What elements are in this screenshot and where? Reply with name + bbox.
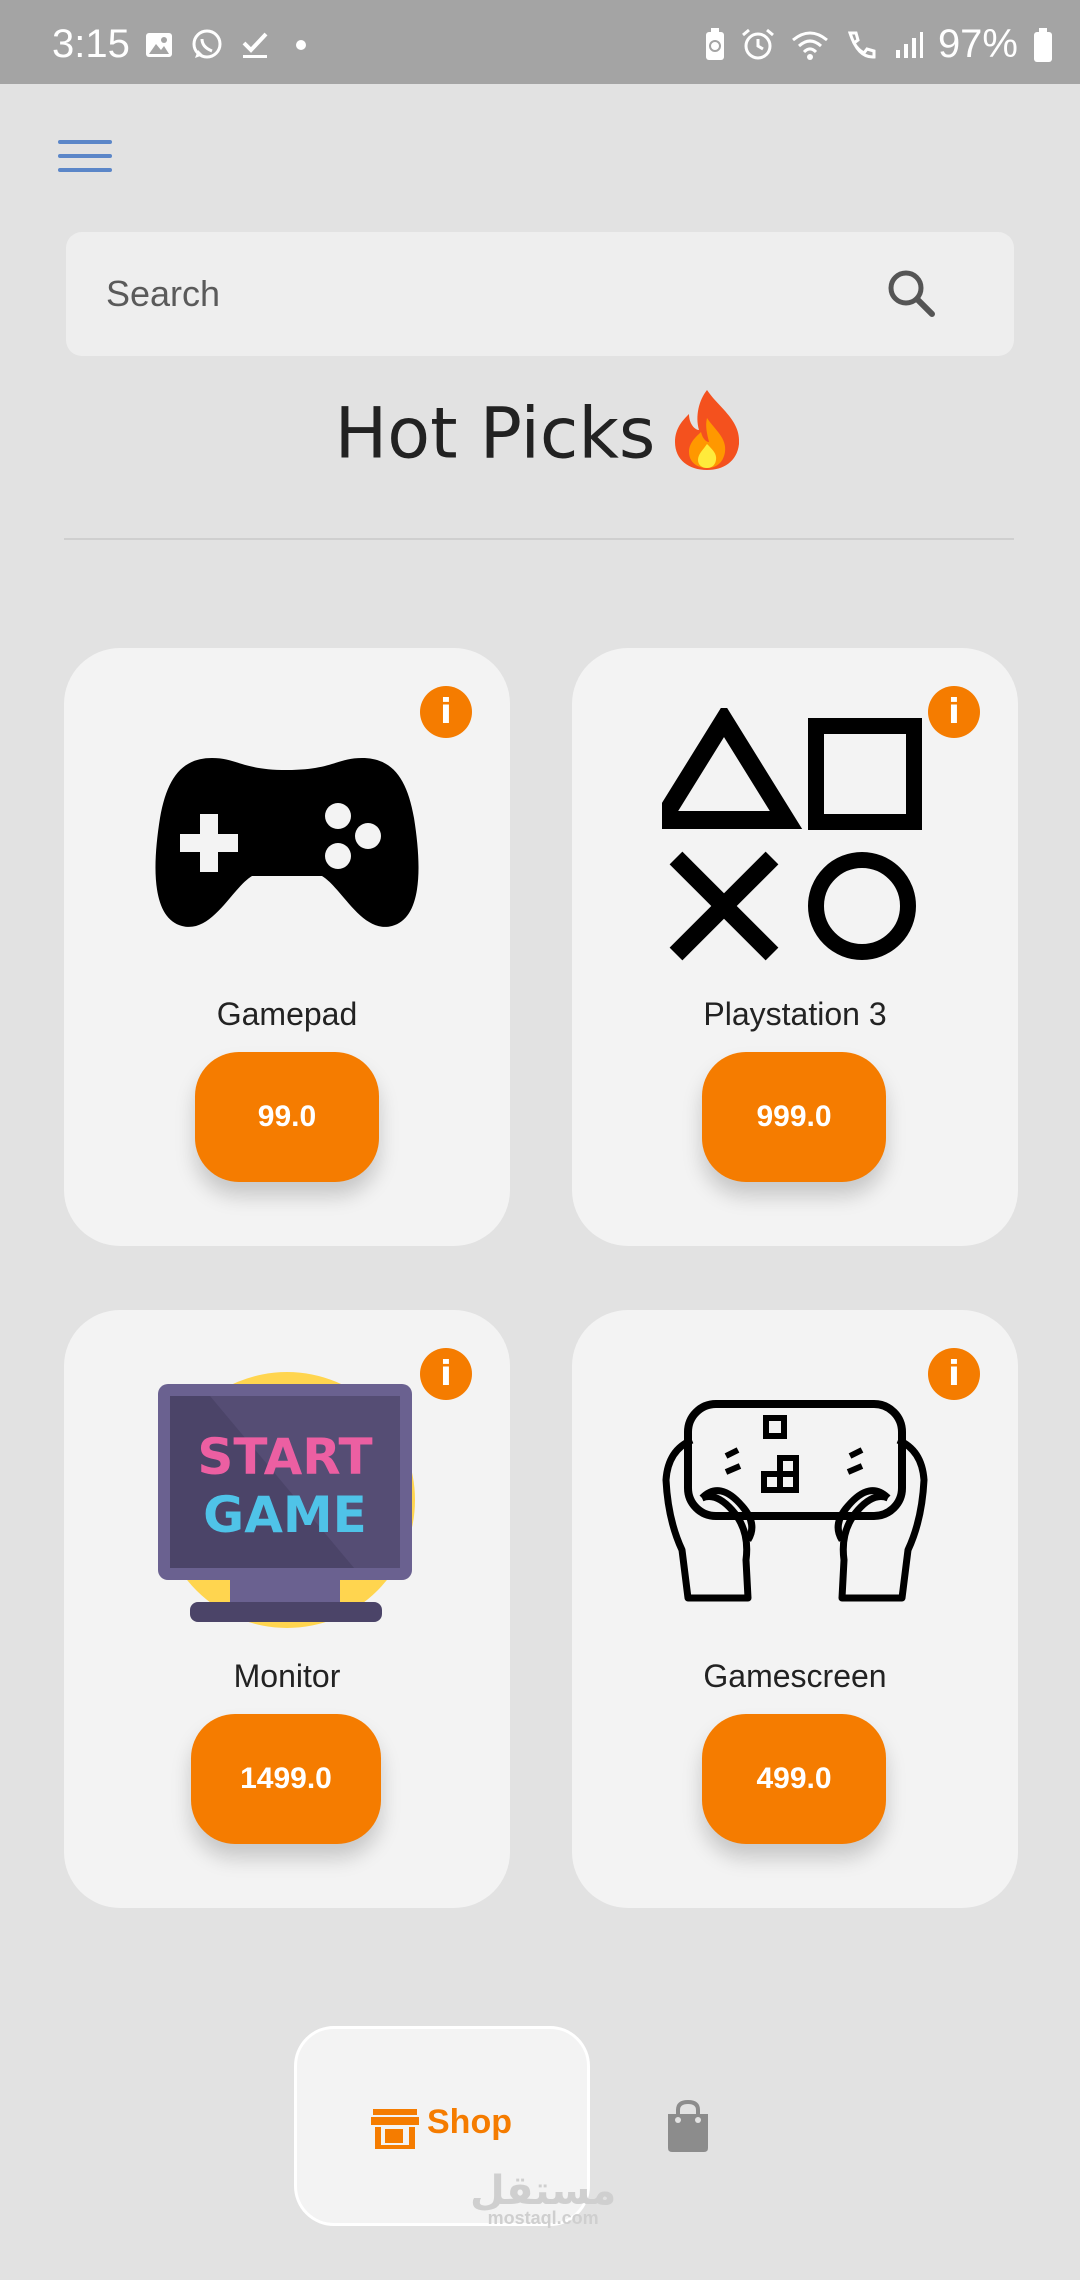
wifi-icon	[791, 31, 828, 60]
product-name: Gamepad	[216, 996, 358, 1032]
watermark-arabic: مستقل	[470, 2169, 617, 2213]
page-title-text: Hot Picks	[334, 392, 656, 475]
product-card-playstation[interactable]: i Playstation 3 999.0	[572, 648, 1018, 1246]
product-name: Monitor	[233, 1658, 341, 1694]
info-icon[interactable]: i	[420, 686, 472, 738]
download-done-icon	[242, 32, 268, 58]
hamburger-menu-icon[interactable]	[58, 140, 112, 176]
store-icon	[371, 2109, 419, 2149]
battery-saver-icon	[705, 27, 724, 60]
handheld-console-icon	[662, 1400, 928, 1602]
whatsapp-icon	[192, 29, 222, 59]
status-time: 3:15	[52, 22, 130, 66]
price-button[interactable]: 99.0	[195, 1052, 379, 1182]
alarm-icon	[741, 28, 774, 59]
menu-line	[58, 168, 112, 172]
product-card-gamepad[interactable]: i Gamepad 99.0	[64, 648, 510, 1246]
shopping-bag-icon[interactable]	[664, 2100, 712, 2154]
info-icon[interactable]: i	[420, 1348, 472, 1400]
gallery-icon	[146, 33, 172, 57]
fire-icon	[669, 388, 745, 489]
product-name: Playstation 3	[703, 996, 887, 1032]
signal-icon	[895, 31, 923, 58]
image-text-game: GAME	[203, 1486, 367, 1544]
product-name: Gamescreen	[703, 1658, 887, 1694]
image-text-start: START	[197, 1428, 372, 1486]
playstation-symbols-icon	[662, 708, 922, 961]
status-bar: 3:15 97%	[0, 0, 1080, 84]
product-card-monitor[interactable]: i START GAME Monitor 1499.0	[64, 1310, 510, 1908]
product-card-gamescreen[interactable]: i Gamescreen 499.0	[572, 1310, 1018, 1908]
divider	[64, 538, 1014, 540]
dot-icon	[296, 40, 306, 50]
nav-shop-label: Shop	[427, 2103, 512, 2141]
info-icon[interactable]: i	[928, 686, 980, 738]
price-button[interactable]: 1499.0	[191, 1714, 381, 1844]
start-game-monitor-icon: START GAME	[158, 1372, 415, 1628]
search-icon[interactable]	[884, 266, 940, 322]
price-button[interactable]: 999.0	[702, 1052, 886, 1182]
wifi-call-icon	[847, 31, 876, 59]
info-icon[interactable]: i	[928, 1348, 980, 1400]
battery-icon	[1034, 27, 1052, 62]
battery-percent: 97%	[937, 22, 1018, 66]
watermark-latin: mostaql.com	[487, 2208, 599, 2228]
search-bar[interactable]	[66, 232, 1014, 356]
search-input[interactable]	[104, 258, 888, 330]
page-title: Hot Picks	[0, 388, 1080, 489]
status-right-icons: 97%	[704, 22, 1054, 67]
menu-line	[58, 154, 112, 158]
status-left-icons	[144, 28, 316, 62]
menu-line	[58, 140, 112, 144]
watermark: مستقل mostaql.com	[470, 2168, 616, 2229]
gamepad-icon	[155, 758, 419, 927]
price-button[interactable]: 499.0	[702, 1714, 886, 1844]
